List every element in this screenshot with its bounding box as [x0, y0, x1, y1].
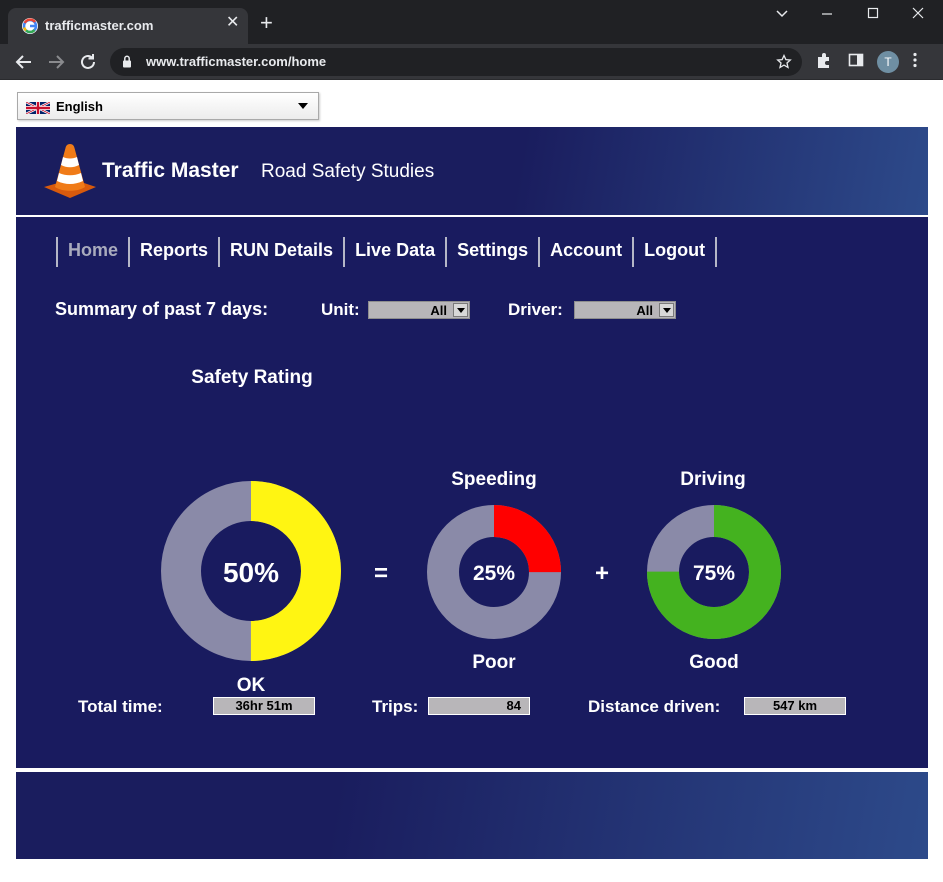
dashboard-panel: Home Reports RUN Details Live Data Setti… [16, 217, 928, 768]
driver-select-value: All [636, 303, 653, 318]
new-tab-icon[interactable]: + [260, 12, 273, 34]
language-label: English [56, 99, 103, 114]
equals-sign: = [374, 560, 389, 587]
nav-home[interactable]: Home [58, 237, 131, 267]
unit-select-value: All [430, 303, 447, 318]
language-select[interactable]: English [17, 92, 319, 120]
lock-icon [122, 55, 132, 73]
nav-reports[interactable]: Reports [130, 237, 221, 267]
nav-account[interactable]: Account [540, 237, 635, 267]
dropdown-caret-icon [298, 103, 308, 109]
tab-title: trafficmaster.com [45, 18, 154, 33]
traffic-cone-logo-icon [42, 143, 98, 199]
nav-settings[interactable]: Settings [447, 237, 541, 267]
browser-toolbar: www.trafficmaster.com/home T [0, 44, 943, 80]
extensions-puzzle-icon[interactable] [816, 52, 832, 75]
browser-tab[interactable]: trafficmaster.com ✕ [8, 8, 248, 44]
total-time-label: Total time: [78, 697, 163, 716]
total-time-value: 36hr 51m [213, 697, 315, 715]
speeding-value: 25% [472, 562, 516, 585]
nav-live-data[interactable]: Live Data [345, 237, 448, 267]
driving-status: Good [689, 652, 739, 673]
profile-avatar[interactable]: T [877, 51, 899, 73]
plus-sign: + [595, 560, 610, 587]
brand-name: Traffic Master [102, 159, 239, 182]
bookmark-star-icon[interactable] [776, 53, 792, 75]
unit-label: Unit: [321, 300, 360, 319]
close-window-icon[interactable] [903, 6, 933, 24]
browser-tab-bar: trafficmaster.com ✕ + [0, 0, 943, 44]
reload-icon[interactable] [76, 50, 100, 74]
trips-label: Trips: [372, 697, 419, 716]
google-favicon-icon [22, 18, 38, 34]
forward-arrow-icon[interactable] [44, 50, 68, 74]
side-panel-icon[interactable] [848, 52, 864, 73]
nav-logout[interactable]: Logout [634, 237, 718, 267]
unit-select-arrow-icon [453, 303, 468, 317]
browser-menu-icon[interactable] [913, 52, 917, 73]
site-header: Traffic Master Road Safety Studies [16, 127, 928, 215]
speeding-title: Speeding [451, 469, 537, 490]
minimize-icon[interactable] [812, 6, 842, 24]
summary-label: Summary of past 7 days: [55, 299, 269, 319]
speeding-status: Poor [472, 652, 516, 673]
distance-value: 547 km [744, 697, 846, 715]
main-nav: Home Reports RUN Details Live Data Setti… [56, 237, 718, 267]
site-footer [16, 772, 928, 859]
unit-select[interactable]: All [368, 301, 470, 319]
safety-rating-value: 50% [222, 557, 280, 588]
tab-close-icon[interactable]: ✕ [226, 15, 239, 31]
address-bar[interactable]: www.trafficmaster.com/home [110, 48, 802, 76]
brand-subtitle: Road Safety Studies [261, 161, 435, 182]
back-arrow-icon[interactable] [12, 50, 36, 74]
nav-run-details[interactable]: RUN Details [220, 237, 346, 267]
driver-select[interactable]: All [574, 301, 676, 319]
tab-search-chevron-icon[interactable] [767, 6, 797, 24]
trips-value: 84 [428, 697, 530, 715]
driver-label: Driver: [508, 300, 563, 319]
safety-rating-title: Safety Rating [191, 367, 313, 388]
driving-value: 75% [692, 562, 736, 585]
driving-title: Driving [680, 469, 746, 490]
url-text: www.trafficmaster.com/home [146, 54, 327, 69]
driver-select-arrow-icon [659, 303, 674, 317]
maximize-icon[interactable] [858, 6, 888, 24]
safety-rating-status: OK [236, 675, 266, 696]
uk-flag-icon [25, 100, 51, 116]
page-viewport: English Traffic Master Road Safety Studi… [0, 80, 943, 882]
distance-label: Distance driven: [588, 697, 721, 716]
